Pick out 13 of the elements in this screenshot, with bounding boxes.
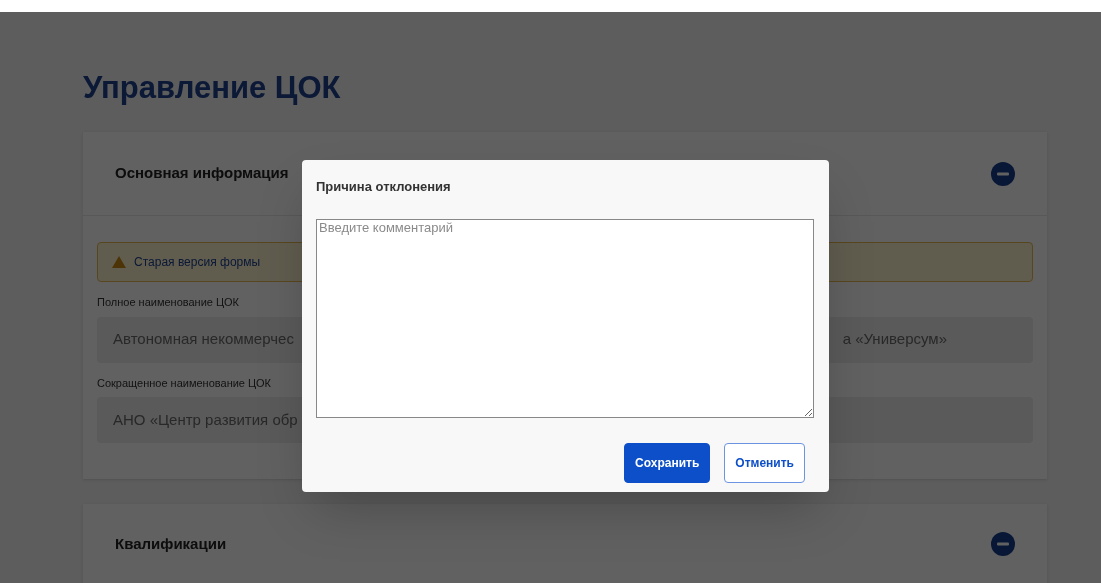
alert-text: Старая версия формы: [134, 254, 261, 271]
section-title: Основная информация: [115, 163, 289, 184]
cancel-button[interactable]: Отменить: [724, 442, 805, 483]
warning-icon: [112, 256, 126, 268]
save-button[interactable]: Сохранить: [624, 442, 711, 483]
collapse-icon[interactable]: [991, 532, 1015, 556]
page-title: Управление ЦОК: [83, 69, 341, 107]
section-title: Квалификации: [115, 533, 227, 554]
field-label: Полное наименование ЦОК: [97, 295, 239, 310]
comment-field[interactable]: Введите комментарий: [316, 218, 814, 418]
dialog-title: Причина отклонения: [316, 178, 451, 196]
collapse-icon[interactable]: [991, 161, 1015, 186]
field-label: Сокращенное наименование ЦОК: [97, 375, 271, 391]
